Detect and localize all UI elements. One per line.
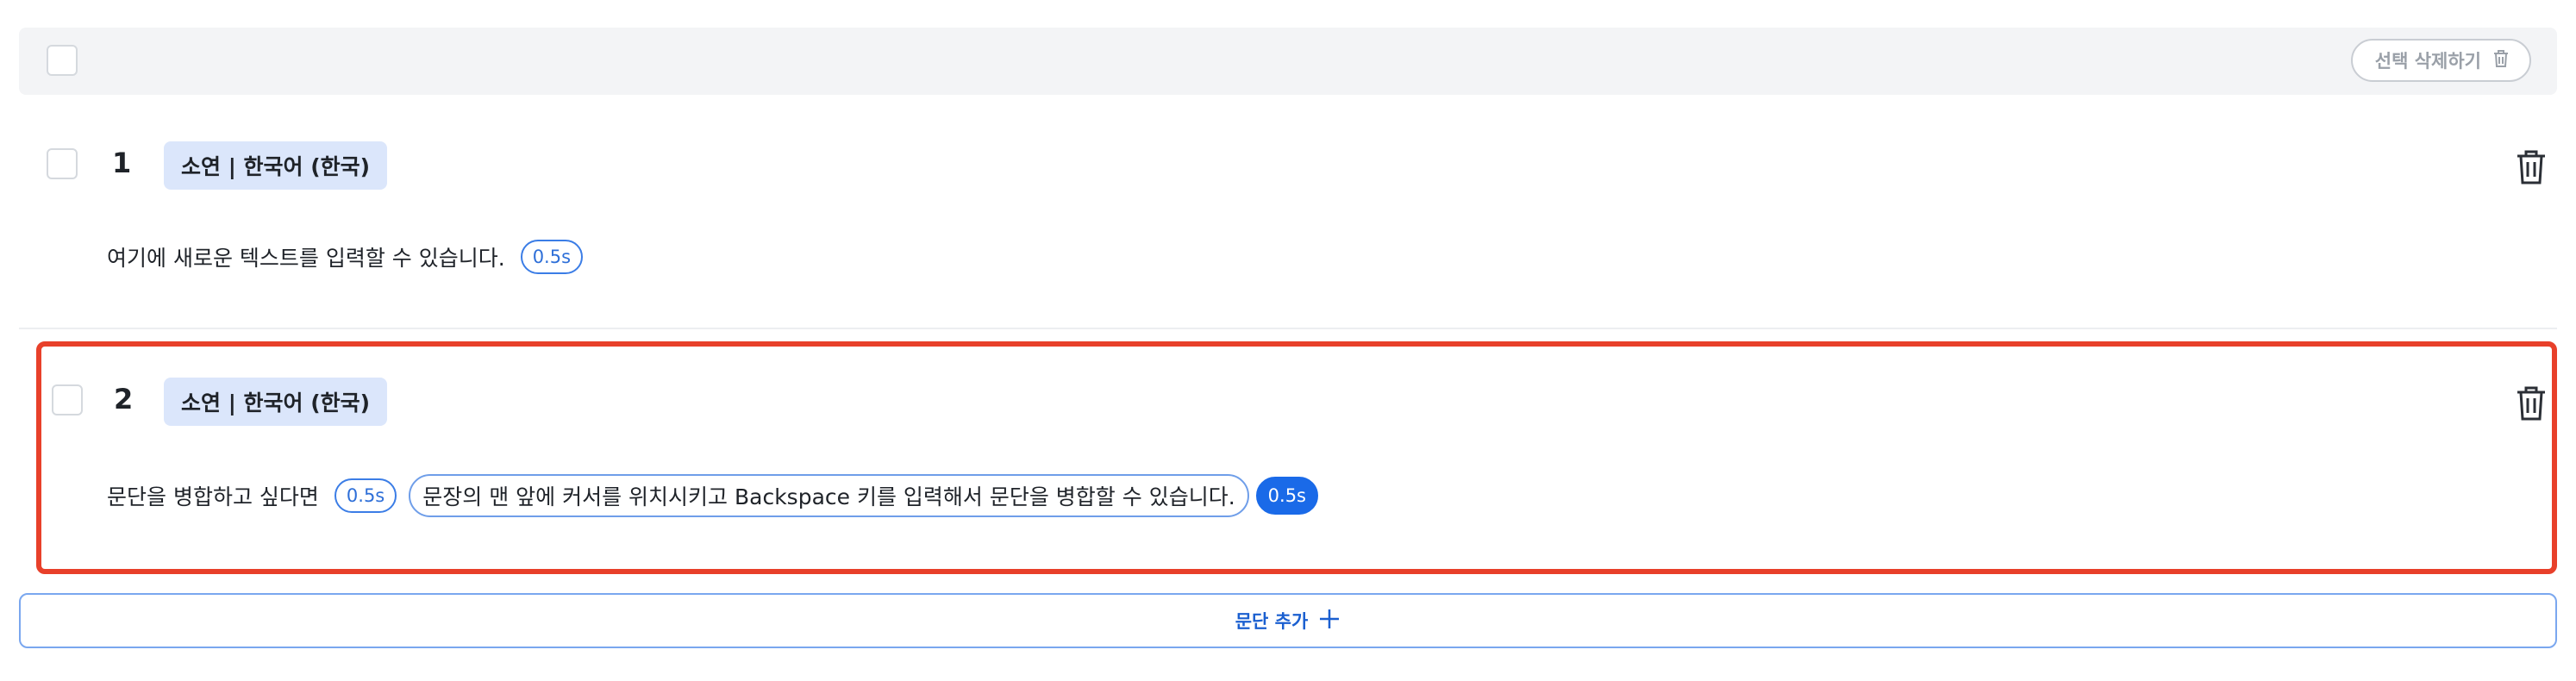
paragraph-1: 1 소연 | 한국어 (한국) 여기에 새로운 텍스트를 입력할 수 있습니다.…: [19, 102, 2557, 329]
sentence-text[interactable]: 문단을 병합하고 싶다면: [107, 480, 319, 511]
paragraph-text-line: 문단을 병합하고 싶다면 0.5s 문장의 맨 앞에 커서를 위치시키고 Bac…: [107, 474, 1318, 517]
paragraph-number: 1: [112, 147, 132, 179]
delete-selected-label: 선택 삭제하기: [2374, 51, 2481, 72]
voice-tag[interactable]: 소연 | 한국어 (한국): [164, 141, 388, 190]
paragraph-checkbox[interactable]: [52, 384, 83, 415]
delete-paragraph-button[interactable]: [2514, 384, 2548, 422]
selected-sentence[interactable]: 문장의 맨 앞에 커서를 위치시키고 Backspace 키를 입력해서 문단을…: [409, 474, 1249, 517]
paragraph-2: 2 소연 | 한국어 (한국) 문단을 병합하고 싶다면 0.5s 문장의 맨 …: [36, 341, 2557, 574]
paragraph-checkbox[interactable]: [47, 148, 78, 179]
voice-tag[interactable]: 소연 | 한국어 (한국): [164, 378, 388, 426]
trash-icon: [2492, 48, 2510, 73]
add-paragraph-label: 문단 추가: [1235, 611, 1309, 632]
pause-chip[interactable]: 0.5s: [334, 478, 397, 513]
plus-icon: [1318, 608, 1341, 634]
paragraph-text-line: 여기에 새로운 텍스트를 입력할 수 있습니다. 0.5s: [107, 240, 584, 274]
select-all-checkbox[interactable]: [47, 45, 78, 76]
sentence-text[interactable]: 여기에 새로운 텍스트를 입력할 수 있습니다.: [107, 241, 505, 272]
trash-icon: [2517, 386, 2545, 421]
selection-toolbar: 선택 삭제하기: [19, 28, 2557, 95]
delete-paragraph-button[interactable]: [2514, 148, 2548, 186]
paragraph-number: 2: [114, 383, 134, 415]
add-paragraph-button[interactable]: 문단 추가: [19, 593, 2557, 648]
pause-chip[interactable]: 0.5s: [520, 240, 584, 274]
trash-icon: [2517, 150, 2545, 184]
delete-selected-button[interactable]: 선택 삭제하기: [2350, 39, 2531, 82]
editor-page: 선택 삭제하기 1 소연 | 한국어 (한국) 여기에 새로운 텍스트를 입력할…: [0, 0, 2576, 681]
pause-chip-active[interactable]: 0.5s: [1255, 477, 1318, 515]
